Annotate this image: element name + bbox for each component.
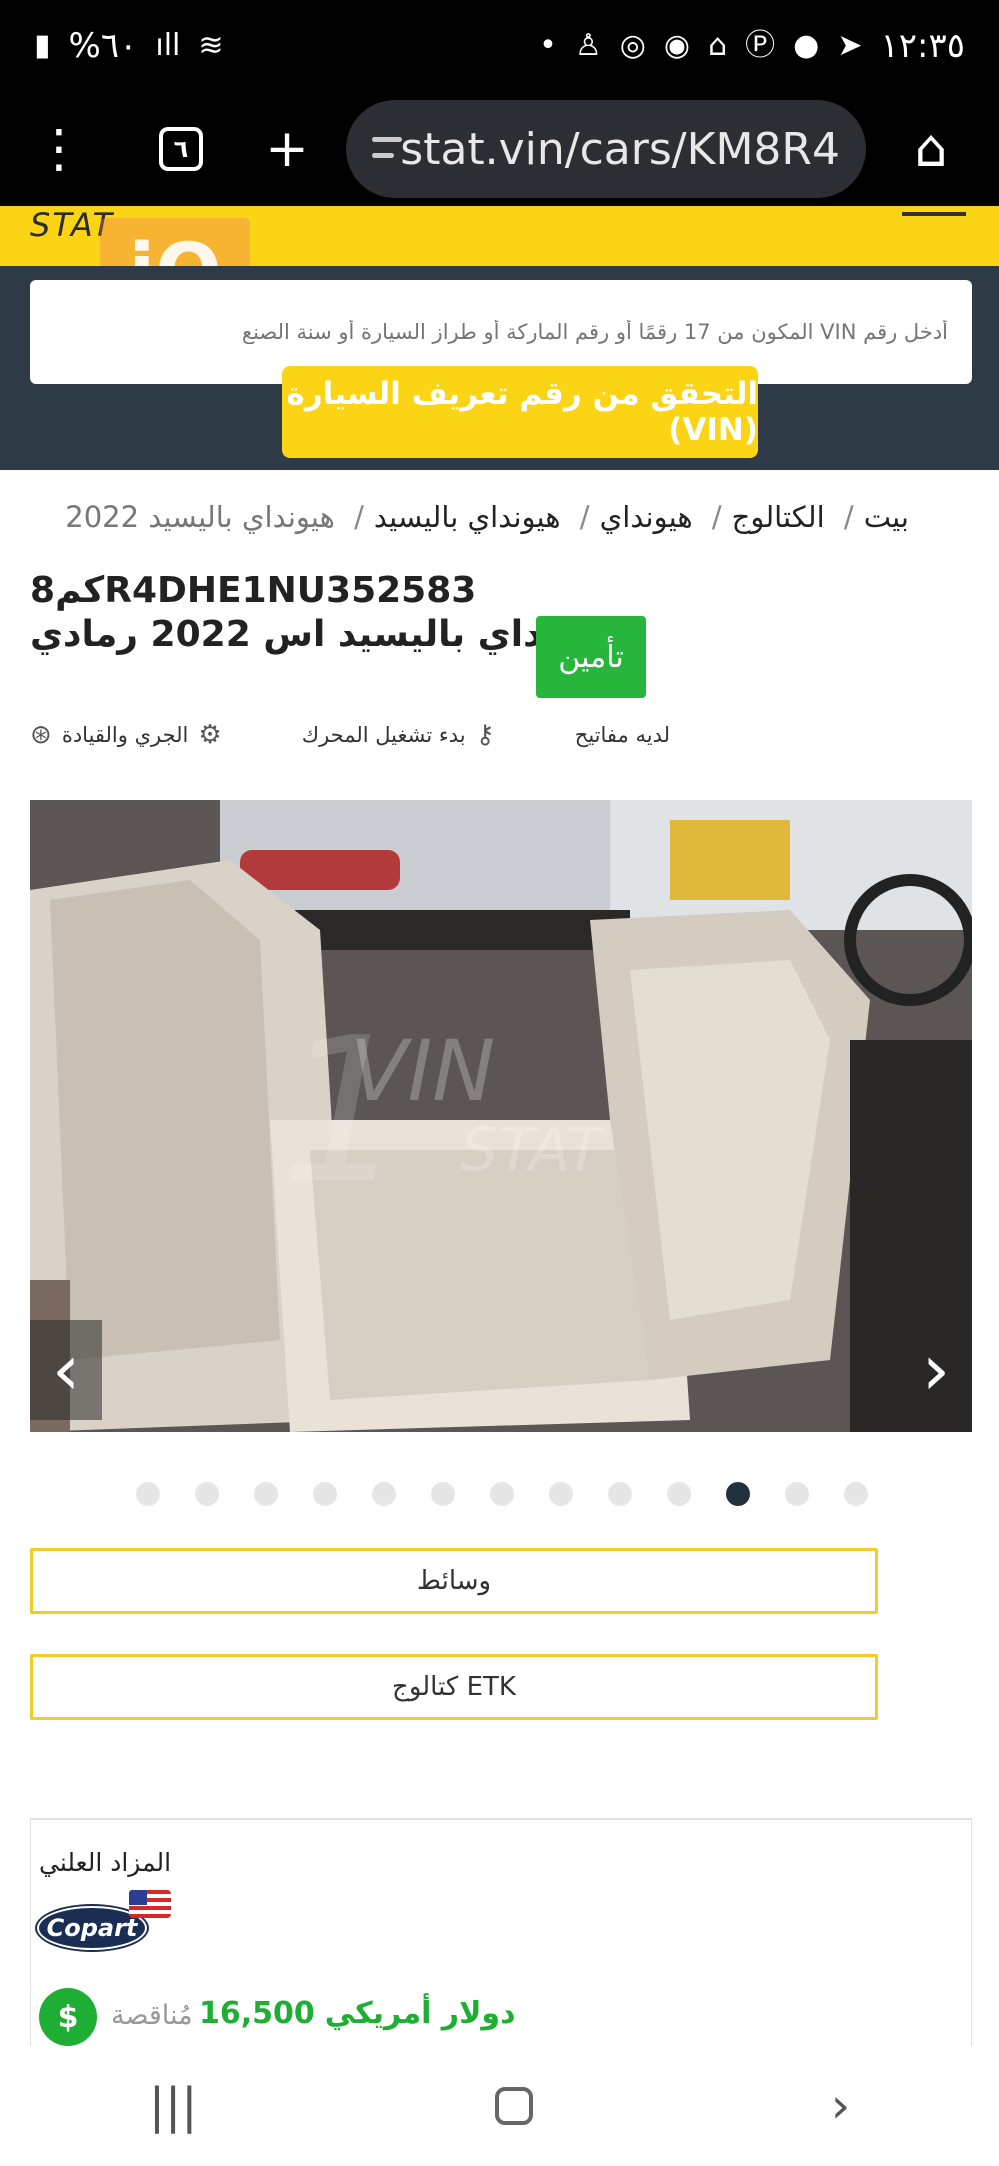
etk-catalog-button[interactable]: كتالوج ETK [30,1654,878,1720]
telegram-icon: ➤ [837,28,863,63]
dot-icon: • [539,28,557,63]
new-tab-icon[interactable]: + [242,104,332,194]
gallery-dot[interactable] [844,1482,868,1506]
gallery-dot[interactable] [313,1482,337,1506]
media-button[interactable]: وسائط [30,1548,878,1614]
status-left: ▮ %٦٠ ıll ≋ [34,26,224,66]
feature-keys: لديه مفاتيح [575,723,670,747]
target-icon: ◉ [663,28,691,63]
back-icon[interactable]: › [831,2078,850,2134]
spiral-icon: ◎ [619,28,646,63]
gallery-watermark-num: 1 [280,995,407,1228]
tab-count: ٦ [159,127,203,171]
home-icon[interactable]: ⌂ [886,104,976,194]
clock: ١٢:٣٥ [880,26,965,66]
auction-card: المزاد العلني Copart $ مُناقصة 16,500 دول… [30,1818,972,2078]
system-nav-bar: ||| › [0,2046,999,2166]
gallery-dot[interactable] [490,1482,514,1506]
signal-icon: ıll [155,28,181,63]
gallery-watermark-stat: STAT [460,1115,607,1185]
gallery-dot[interactable] [372,1482,396,1506]
pinterest-icon: Ⓟ [745,28,776,63]
auction-label: المزاد العلني [39,1848,172,1877]
gallery-dot[interactable] [136,1482,160,1506]
gallery-dot[interactable] [431,1482,455,1506]
menu-icon[interactable] [902,212,966,216]
gallery-dot[interactable] [608,1482,632,1506]
tabs-button[interactable]: ٦ [136,104,226,194]
gallery-prev-button[interactable]: ‹ [30,1320,102,1420]
battery-icon: ▮ [34,28,51,63]
gallery-dot[interactable] [254,1482,278,1506]
key-icon: ⚷ [475,720,495,750]
breadcrumb-home[interactable]: بيت [864,500,909,534]
breadcrumb-brand[interactable]: هيونداي [600,500,693,534]
feature-engine: ⚷ بدء تشغيل المحرك [302,720,495,750]
auction-price: 16,500 دولار أمريكي [199,1996,515,2031]
feature-label: لديه مفاتيح [574,723,670,747]
gallery-dot[interactable] [785,1482,809,1506]
page-title: هيونداي باليسيد اس 2022 رمادي [30,614,620,655]
feature-label: الجري والقيادة [61,723,189,747]
url-bar[interactable]: stat.vin/cars/KM8R4 [346,100,866,198]
breadcrumb: بيت/ الكتالوج/ هيونداي/ هيونداي باليسيد/… [65,500,909,534]
notification-icon: ♙ [574,28,602,63]
engine-icon: ⚙ [198,720,222,750]
chat-icon: ● [793,28,820,63]
vin-title: كم8R4DHE1NU352583 [30,570,477,611]
recent-apps-icon[interactable]: ||| [149,2078,198,2134]
feature-label: بدء تشغيل المحرك [301,723,466,747]
home-alert-icon: ⌂ [708,28,728,63]
wifi-icon: ≋ [198,28,224,63]
gallery-dot[interactable] [726,1482,750,1506]
gallery-dot[interactable] [195,1482,219,1506]
gallery-dot[interactable] [549,1482,573,1506]
gallery-next-button[interactable]: › [900,1320,972,1420]
status-right: • ♙ ◎ ◉ ⌂ Ⓟ ● ➤ ١٢:٣٥ [539,26,965,66]
feature-list: لديه مفاتيح ⚷ بدء تشغيل المحرك ⚙ الجري و… [30,720,670,750]
dollar-icon: $ [39,1988,97,2046]
site-settings-icon[interactable] [372,129,402,169]
home-button-icon[interactable] [495,2087,534,2125]
price-currency: دولار أمريكي [324,1996,516,2031]
gallery-pagination [136,1482,868,1506]
breadcrumb-catalog[interactable]: الكتالوج [732,500,825,534]
overflow-menu-icon[interactable]: ⋮ [14,104,104,194]
breadcrumb-current: هيونداي باليسيد 2022 [65,500,335,534]
check-vin-button[interactable]: التحقق من رقم تعريف السيارة (VIN) [282,366,758,458]
steering-wheel-icon: ⊛ [30,720,52,750]
insurance-button[interactable]: تأمين [536,616,646,698]
battery-level: %٦٠ [68,26,138,66]
browser-toolbar: ⋮ ٦ + stat.vin/cars/KM8R4 ⌂ [0,92,999,206]
status-bar: ▮ %٦٠ ıll ≋ • ♙ ◎ ◉ ⌂ Ⓟ ● ➤ ١٢:٣٥ [0,0,999,92]
us-flag-icon [129,1890,171,1918]
feature-drive: ⚙ الجري والقيادة ⊛ [30,720,222,750]
car-interior-photo: VIN STAT 1 [30,800,972,1432]
breadcrumb-model[interactable]: هيونداي باليسيد [374,500,561,534]
url-text: stat.vin/cars/KM8R4 [400,123,840,175]
price-value: 16,500 [199,1996,315,2031]
photo-gallery[interactable]: VIN STAT 1 ‹ › [30,800,972,1432]
gallery-dot[interactable] [667,1482,691,1506]
bid-type: مُناقصة [111,2000,193,2031]
